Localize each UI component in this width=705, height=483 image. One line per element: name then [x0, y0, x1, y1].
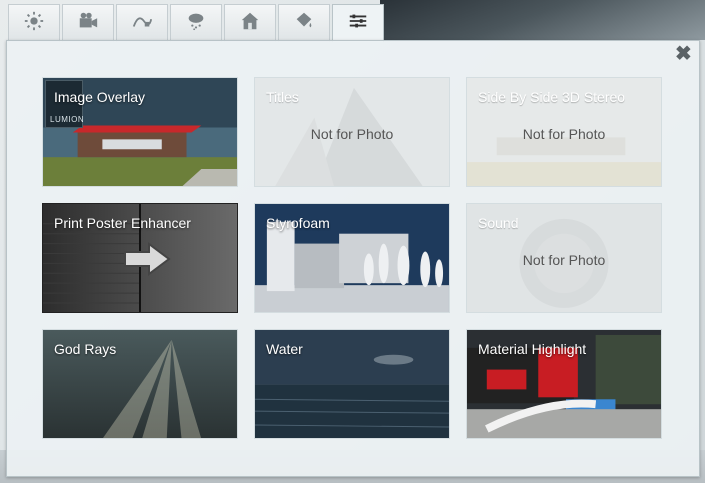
- close-icon[interactable]: ✖: [675, 44, 692, 64]
- tile-title: Sound: [478, 215, 519, 231]
- tile-title: Material Highlight: [478, 341, 587, 357]
- tile-title: God Rays: [54, 341, 117, 357]
- tab-house[interactable]: [224, 4, 276, 42]
- paint-bucket-icon: [293, 10, 315, 37]
- tab-effects[interactable]: [332, 4, 384, 42]
- weather-icon: [185, 10, 207, 37]
- effect-tile-image-overlay[interactable]: LUMION Image Overlay: [42, 77, 238, 187]
- effect-tile-material-highlight[interactable]: Material Highlight: [466, 329, 662, 439]
- background-scene: [380, 0, 705, 40]
- tile-title: Styrofoam: [266, 215, 330, 231]
- tile-title: Water: [266, 341, 303, 357]
- effect-tile-sound[interactable]: Sound Not for Photo: [466, 203, 662, 313]
- effect-tile-titles[interactable]: Titles Not for Photo: [254, 77, 450, 187]
- sun-icon: [23, 10, 45, 37]
- effect-tile-styrofoam[interactable]: Styrofoam: [254, 203, 450, 313]
- effect-tile-print-poster-enhancer[interactable]: Print Poster Enhancer: [42, 203, 238, 313]
- camera-icon: [77, 10, 99, 37]
- effects-panel: ✖ LUMION Image Overlay Titles Not for Ph…: [6, 40, 700, 477]
- tab-camera[interactable]: [62, 4, 114, 42]
- tab-material[interactable]: [278, 4, 330, 42]
- not-for-photo-label: Not for Photo: [310, 126, 394, 142]
- lumion-logo-text: LUMION: [50, 115, 85, 124]
- arrow-right-icon: [123, 242, 171, 281]
- not-for-photo-label: Not for Photo: [522, 126, 606, 142]
- effect-tile-god-rays[interactable]: God Rays: [42, 329, 238, 439]
- tile-title: Titles: [266, 89, 299, 105]
- effect-tile-water[interactable]: Water: [254, 329, 450, 439]
- not-for-photo-label: Not for Photo: [522, 252, 606, 268]
- effects-tab-bar: [8, 4, 386, 42]
- sliders-icon: [347, 10, 369, 37]
- tab-animation[interactable]: [116, 4, 168, 42]
- tile-title: Image Overlay: [54, 89, 146, 105]
- tile-title: Side By Side 3D Stereo: [478, 89, 626, 105]
- house-icon: [239, 10, 261, 37]
- tab-sun[interactable]: [8, 4, 60, 42]
- curve-icon: [131, 10, 153, 37]
- tile-title: Print Poster Enhancer: [54, 215, 191, 231]
- effect-tile-side-by-side-3d-stereo[interactable]: Side By Side 3D Stereo Not for Photo: [466, 77, 662, 187]
- tab-weather[interactable]: [170, 4, 222, 42]
